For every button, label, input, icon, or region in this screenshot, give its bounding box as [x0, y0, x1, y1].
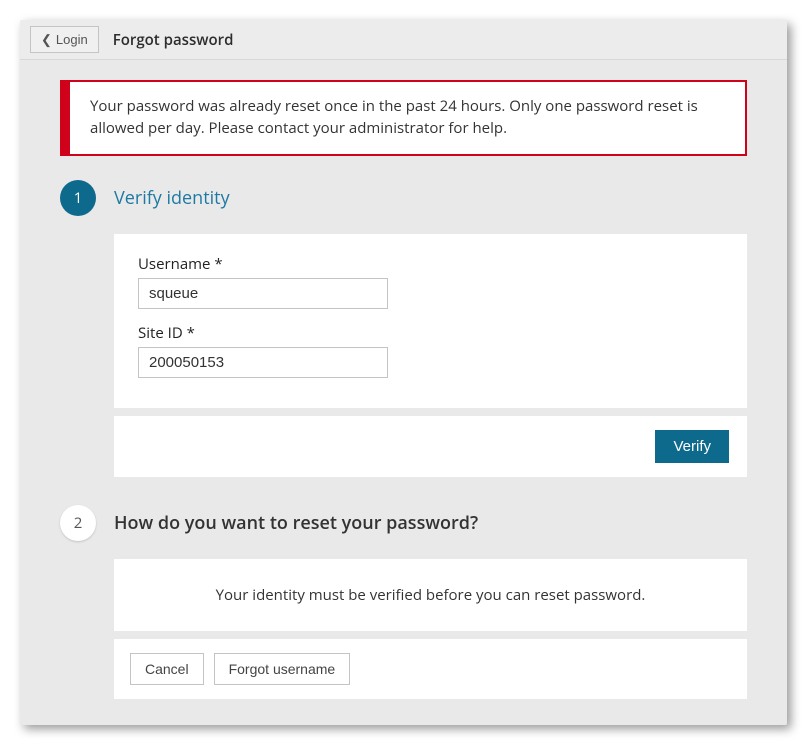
verify-identity-panel: Username * Site ID * [114, 234, 747, 408]
forgot-password-dialog: ❮ Login Forgot password Your password wa… [20, 20, 787, 725]
content-area: Your password was already reset once in … [20, 60, 787, 699]
step1-title: Verify identity [114, 186, 230, 210]
verify-button-row: Verify [114, 416, 747, 477]
topbar: ❮ Login Forgot password [20, 20, 787, 60]
siteid-input[interactable] [138, 347, 388, 378]
error-alert: Your password was already reset once in … [60, 80, 747, 156]
login-back-button[interactable]: ❮ Login [30, 26, 99, 53]
verify-button[interactable]: Verify [655, 430, 729, 463]
verify-required-notice: Your identity must be verified before yo… [114, 559, 747, 631]
step2-header: 2 How do you want to reset your password… [60, 505, 747, 541]
page-title: Forgot password [113, 30, 234, 50]
step2-actions: Cancel Forgot username [114, 639, 747, 699]
login-button-label: Login [56, 32, 88, 47]
step1-number-badge: 1 [60, 180, 96, 216]
username-input[interactable] [138, 278, 388, 309]
step1-header: 1 Verify identity [60, 180, 747, 216]
step2-number-badge: 2 [60, 505, 96, 541]
chevron-left-icon: ❮ [41, 33, 52, 46]
siteid-label: Site ID * [138, 323, 723, 343]
cancel-button[interactable]: Cancel [130, 653, 204, 685]
error-alert-text: Your password was already reset once in … [90, 96, 698, 138]
step2-title: How do you want to reset your password? [114, 511, 478, 535]
forgot-username-button[interactable]: Forgot username [214, 653, 351, 685]
username-label: Username * [138, 254, 723, 274]
